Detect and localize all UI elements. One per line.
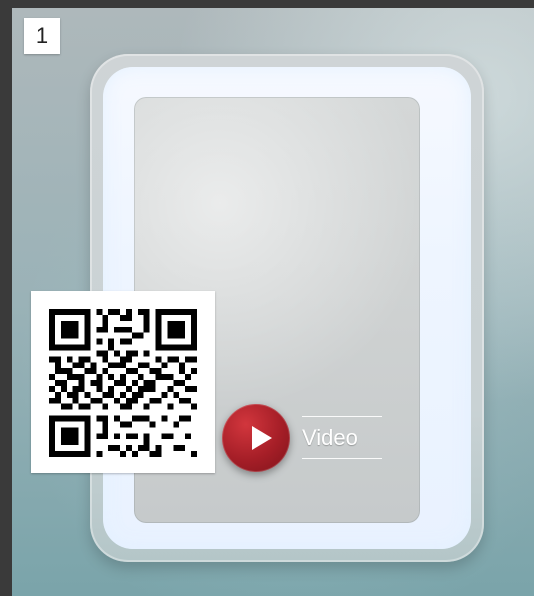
play-icon xyxy=(252,426,272,450)
video-label-bottom-rule xyxy=(302,458,382,459)
product-photo: 1 Video xyxy=(12,8,534,596)
video-link[interactable]: Video xyxy=(222,398,382,478)
video-label[interactable]: Video xyxy=(302,418,382,458)
play-video-button[interactable] xyxy=(222,404,290,472)
qr-code-icon xyxy=(49,309,197,457)
image-number-badge: 1 xyxy=(24,18,60,54)
qr-code[interactable] xyxy=(31,291,215,473)
video-label-top-rule xyxy=(302,416,382,417)
